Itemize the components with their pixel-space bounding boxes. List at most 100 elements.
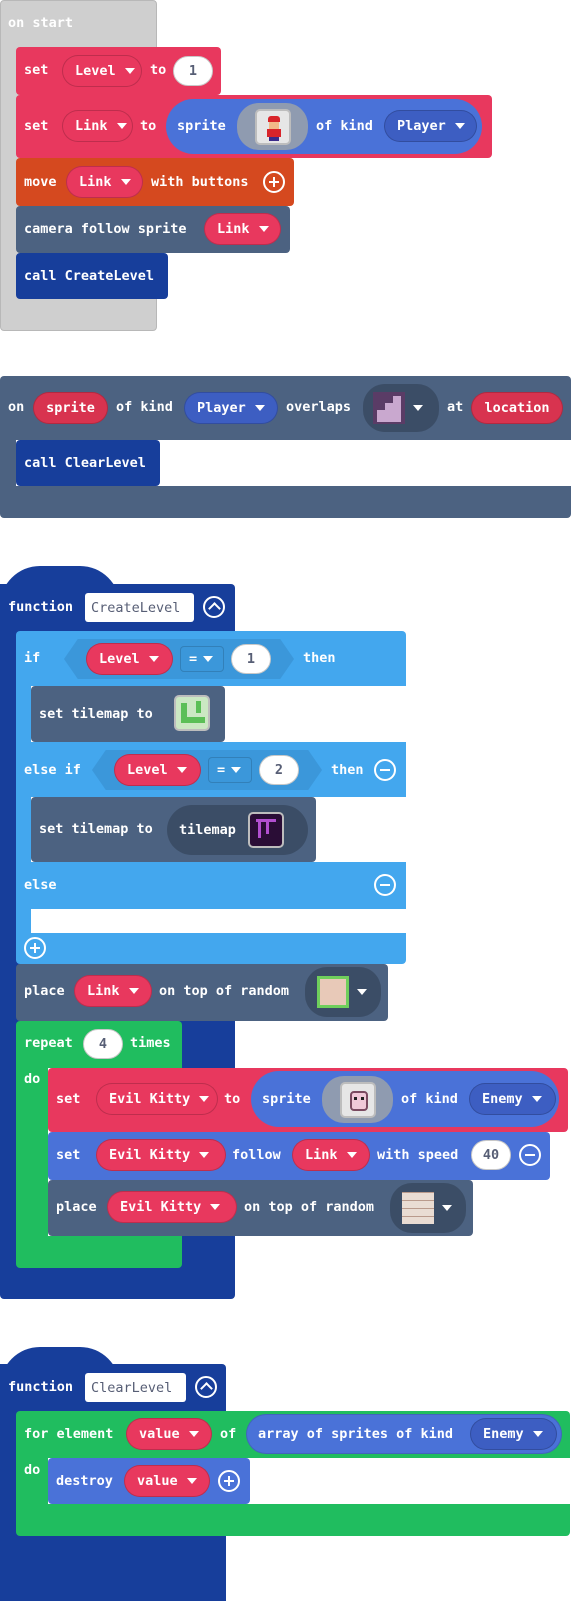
set-tilemap-label: set tilemap to <box>39 821 153 837</box>
to-keyword: to <box>140 118 157 134</box>
of-keyword: of <box>220 1426 237 1442</box>
variable-dropdown-level[interactable]: Level <box>114 754 201 786</box>
variable-dropdown-value[interactable]: value <box>124 1465 210 1497</box>
collapse-chevron-up-icon[interactable] <box>203 596 225 618</box>
kind-dropdown-player[interactable]: Player <box>184 392 278 424</box>
compare-value-input[interactable]: 1 <box>231 644 271 674</box>
chevron-down-icon <box>116 123 127 129</box>
else-keyword: else <box>24 877 57 893</box>
sprite-parameter[interactable]: sprite <box>33 392 108 424</box>
variable-dropdown-value[interactable]: value <box>126 1418 212 1450</box>
of-kind-keyword: of kind <box>316 118 373 134</box>
chevron-down-icon <box>128 988 139 994</box>
chevron-down-icon <box>176 767 187 773</box>
chevron-down-icon <box>254 405 265 411</box>
sprite-image-field[interactable] <box>322 1076 393 1123</box>
variable-dropdown-link[interactable]: Link <box>292 1139 370 1171</box>
add-plus-icon[interactable] <box>24 937 46 959</box>
tile-dropdown[interactable] <box>363 384 439 432</box>
variable-dropdown-link[interactable]: Link <box>204 213 281 245</box>
at-keyword: at <box>447 399 464 415</box>
set-keyword: set <box>24 62 49 78</box>
follow-keyword: follow <box>232 1147 281 1163</box>
then-keyword: then <box>303 650 336 666</box>
operator-dropdown[interactable]: = <box>208 757 252 783</box>
variable-dropdown-level[interactable]: Level <box>86 643 173 675</box>
repeat-count-input[interactable]: 4 <box>83 1029 123 1059</box>
variable-dropdown-evil-kitty[interactable]: Evil Kitty <box>96 1083 218 1115</box>
remove-minus-icon[interactable] <box>374 874 396 896</box>
kind-dropdown-enemy[interactable]: Enemy <box>470 1418 557 1450</box>
tile-dropdown[interactable] <box>390 1183 466 1233</box>
collapse-chevron-up-icon[interactable] <box>195 1376 217 1398</box>
chevron-down-icon <box>124 68 135 74</box>
compare-value-input[interactable]: 2 <box>259 755 299 785</box>
chevron-down-icon <box>231 767 242 773</box>
move-keyword: move <box>24 174 57 190</box>
tile-dropdown[interactable] <box>305 967 381 1017</box>
tilemap-field[interactable]: tilemap <box>167 805 308 855</box>
speed-input[interactable]: 40 <box>471 1140 511 1170</box>
with-speed-keyword: with speed <box>377 1147 459 1163</box>
chevron-down-icon <box>357 989 367 995</box>
variable-dropdown-link[interactable]: Link <box>62 110 133 142</box>
chevron-down-icon <box>210 1204 221 1210</box>
chevron-down-icon <box>258 226 269 232</box>
chevron-down-icon <box>532 1431 543 1437</box>
grass-tile-icon <box>317 976 349 1008</box>
variable-dropdown-level[interactable]: Level <box>62 55 142 87</box>
function-name-field[interactable]: CreateLevel <box>85 593 194 622</box>
variable-dropdown-evil-kitty[interactable]: Evil Kitty <box>107 1191 237 1223</box>
chevron-down-icon <box>454 123 465 129</box>
set-keyword: set <box>56 1147 81 1163</box>
times-keyword: times <box>130 1035 171 1051</box>
operator-dropdown[interactable]: = <box>180 646 224 672</box>
on-top-of-random-keyword: on top of random <box>244 1199 375 1215</box>
else-if-keyword: else if <box>24 762 81 778</box>
chevron-down-icon <box>186 1478 197 1484</box>
else-body-gap <box>31 909 406 933</box>
chevron-down-icon <box>413 405 423 411</box>
chevron-down-icon <box>199 1096 210 1102</box>
kitty-sprite-icon <box>339 1081 376 1118</box>
green-tilemap-icon[interactable] <box>174 695 210 731</box>
call-label: call ClearLevel <box>24 455 146 471</box>
chevron-down-icon <box>442 1205 452 1211</box>
expand-plus-icon[interactable] <box>263 171 285 193</box>
level-value-input[interactable]: 1 <box>173 56 213 86</box>
remove-minus-icon[interactable] <box>374 759 396 781</box>
kind-dropdown-player[interactable]: Player <box>384 110 477 142</box>
camera-follow-label: camera follow sprite <box>24 221 187 237</box>
sprite-image-field[interactable] <box>237 103 308 150</box>
chevron-down-icon <box>531 1096 542 1102</box>
location-parameter[interactable]: location <box>471 392 563 424</box>
kind-dropdown-enemy[interactable]: Enemy <box>469 1083 556 1115</box>
mario-sprite-icon <box>254 108 291 145</box>
place-keyword: place <box>56 1199 97 1215</box>
brick-tile-icon <box>402 1192 434 1224</box>
destroy-keyword: destroy <box>56 1473 113 1489</box>
then-keyword: then <box>331 762 364 778</box>
function-keyword: function <box>8 599 74 615</box>
with-buttons-keyword: with buttons <box>151 174 249 190</box>
chevron-down-icon <box>120 179 131 185</box>
variable-dropdown-link[interactable]: Link <box>66 166 143 198</box>
of-kind-keyword: of kind <box>116 399 173 415</box>
function-name-field[interactable]: ClearLevel <box>85 1373 186 1402</box>
chevron-down-icon <box>346 1152 357 1158</box>
do-keyword: do <box>24 1071 41 1087</box>
expand-plus-icon[interactable] <box>218 1470 240 1492</box>
to-keyword: to <box>224 1091 241 1107</box>
remove-minus-icon[interactable] <box>519 1144 541 1166</box>
variable-dropdown-link[interactable]: Link <box>74 975 152 1007</box>
call-label: call CreateLevel <box>24 268 155 284</box>
chevron-down-icon <box>188 1431 199 1437</box>
chevron-down-icon <box>148 656 159 662</box>
on-start-label: on start <box>8 15 74 31</box>
purple-tilemap-icon <box>247 812 284 848</box>
place-keyword: place <box>24 983 65 999</box>
variable-dropdown-evil-kitty[interactable]: Evil Kitty <box>96 1139 226 1171</box>
stairs-tile-icon <box>373 392 405 424</box>
sprite-keyword: sprite <box>177 118 226 134</box>
overlaps-keyword: overlaps <box>286 399 352 415</box>
